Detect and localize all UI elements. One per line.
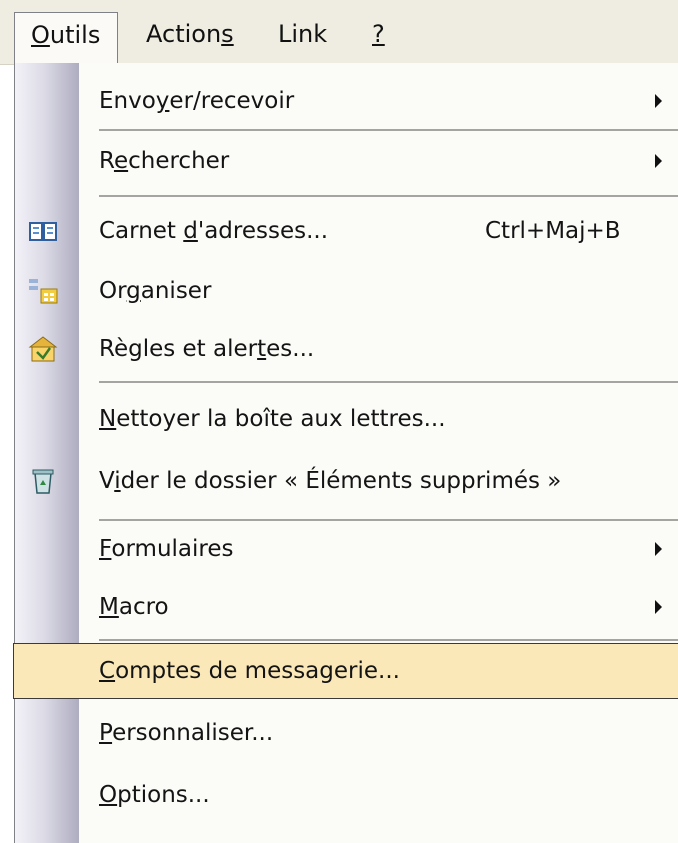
menu-outils[interactable]: Outils bbox=[14, 12, 118, 64]
menu-help-accelerator: ? bbox=[372, 20, 385, 48]
menu-item-label: Organiser bbox=[99, 278, 212, 304]
menu-link-label-pre: Link bbox=[278, 20, 328, 48]
menu-item-macro[interactable]: Macro bbox=[15, 579, 678, 635]
menu-help[interactable]: ? bbox=[372, 12, 385, 64]
menu-separator bbox=[99, 381, 678, 383]
menu-item-organiser[interactable]: Organiser bbox=[15, 263, 678, 319]
menu-item-label: Comptes de messagerie... bbox=[99, 658, 400, 684]
menu-item-label: Options... bbox=[99, 782, 210, 808]
menu-item-regles-alertes[interactable]: Règles et alertes... bbox=[15, 321, 678, 377]
menu-link[interactable]: Link bbox=[278, 12, 327, 64]
menu-separator bbox=[99, 129, 678, 131]
menu-item-label: Règles et alertes... bbox=[99, 336, 315, 362]
menu-actions-accelerator: s bbox=[221, 20, 234, 48]
menu-outils-accelerator: O bbox=[31, 21, 50, 49]
rules-icon bbox=[27, 333, 59, 365]
menu-item-label: Rechercher bbox=[99, 148, 230, 174]
menu-outils-label-post: utils bbox=[49, 21, 101, 49]
menu-actions-label-pre: Action bbox=[146, 20, 222, 48]
menu-actions[interactable]: Actions bbox=[146, 12, 234, 64]
menu-separator bbox=[99, 195, 678, 197]
menu-item-label: Carnet d'adresses... bbox=[99, 218, 329, 244]
menu-item-shortcut: Ctrl+Maj+B bbox=[485, 218, 621, 244]
address-book-icon bbox=[27, 215, 59, 247]
submenu-arrow-icon bbox=[655, 94, 662, 108]
menu-item-carnet-adresses[interactable]: Carnet d'adresses... Ctrl+Maj+B bbox=[15, 203, 678, 259]
menu-item-label: Formulaires bbox=[99, 536, 234, 562]
menu-item-comptes-messagerie[interactable]: Comptes de messagerie... bbox=[13, 643, 678, 699]
menu-item-vider-elements-supprimes[interactable]: Vider le dossier « Éléments supprimés » bbox=[15, 453, 678, 509]
menu-item-nettoyer-boite[interactable]: Nettoyer la boîte aux lettres... bbox=[15, 391, 678, 447]
submenu-arrow-icon bbox=[655, 600, 662, 614]
menu-item-rechercher[interactable]: Rechercher bbox=[15, 133, 678, 189]
menu-bar: Outils Actions Link ? bbox=[0, 0, 678, 65]
menu-item-label: Envoyer/recevoir bbox=[99, 88, 295, 114]
menu-item-formulaires[interactable]: Formulaires bbox=[15, 521, 678, 577]
recycle-bin-icon bbox=[27, 465, 59, 497]
menu-item-label: Vider le dossier « Éléments supprimés » bbox=[99, 468, 562, 494]
menu-item-personnaliser[interactable]: Personnaliser... bbox=[15, 705, 678, 761]
menu-item-envoyer-recevoir[interactable]: Envoyer/recevoir bbox=[15, 73, 678, 129]
submenu-arrow-icon bbox=[655, 154, 662, 168]
menu-item-label: Nettoyer la boîte aux lettres... bbox=[99, 406, 446, 432]
submenu-arrow-icon bbox=[655, 542, 662, 556]
menu-item-label: Macro bbox=[99, 594, 169, 620]
menu-item-label: Personnaliser... bbox=[99, 720, 274, 746]
menu-item-options[interactable]: Options... bbox=[15, 767, 678, 823]
organize-icon bbox=[27, 275, 59, 307]
outils-dropdown-menu: Envoyer/recevoir Rechercher Carnet d'adr… bbox=[13, 63, 678, 843]
menu-separator bbox=[99, 639, 678, 641]
